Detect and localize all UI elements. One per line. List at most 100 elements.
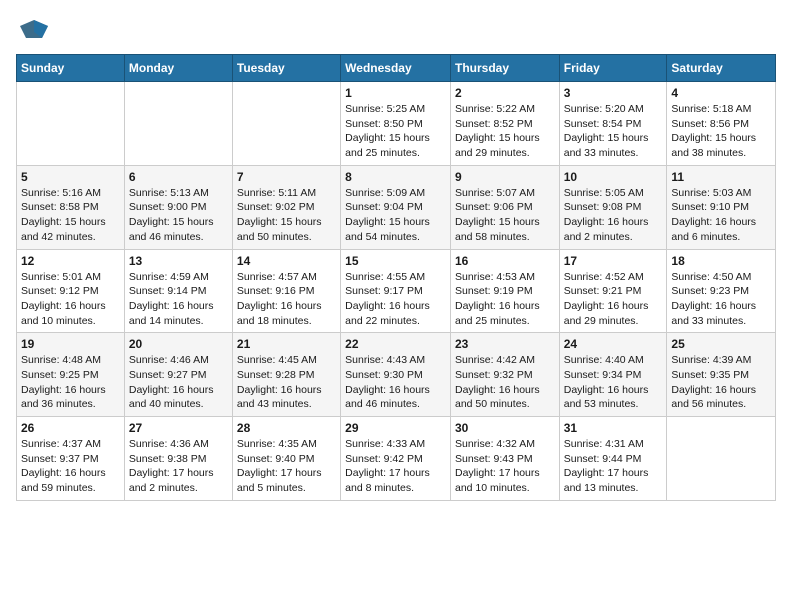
day-info: Sunrise: 4:31 AMSunset: 9:44 PMDaylight:…: [564, 437, 663, 496]
calendar-cell: 31 Sunrise: 4:31 AMSunset: 9:44 PMDayligh…: [559, 417, 667, 501]
day-number: 23: [455, 337, 555, 351]
calendar-cell: 3 Sunrise: 5:20 AMSunset: 8:54 PMDaylight…: [559, 82, 667, 166]
day-info: Sunrise: 4:48 AMSunset: 9:25 PMDaylight:…: [21, 353, 120, 412]
day-info: Sunrise: 4:53 AMSunset: 9:19 PMDaylight:…: [455, 270, 555, 329]
day-number: 27: [129, 421, 228, 435]
day-number: 16: [455, 254, 555, 268]
day-number: 2: [455, 86, 555, 100]
day-info: Sunrise: 5:13 AMSunset: 9:00 PMDaylight:…: [129, 186, 228, 245]
day-number: 30: [455, 421, 555, 435]
day-info: Sunrise: 5:09 AMSunset: 9:04 PMDaylight:…: [345, 186, 446, 245]
day-info: Sunrise: 5:22 AMSunset: 8:52 PMDaylight:…: [455, 102, 555, 161]
calendar-cell: 1 Sunrise: 5:25 AMSunset: 8:50 PMDaylight…: [341, 82, 451, 166]
calendar-week-row: 5 Sunrise: 5:16 AMSunset: 8:58 PMDaylight…: [17, 165, 776, 249]
day-header-sunday: Sunday: [17, 55, 125, 82]
day-number: 31: [564, 421, 663, 435]
day-header-monday: Monday: [124, 55, 232, 82]
calendar-cell: 29 Sunrise: 4:33 AMSunset: 9:42 PMDayligh…: [341, 417, 451, 501]
calendar-week-row: 1 Sunrise: 5:25 AMSunset: 8:50 PMDaylight…: [17, 82, 776, 166]
calendar-cell: 4Sunrise: 5:18 AMSunset: 8:56 PMDaylight…: [667, 82, 776, 166]
calendar-cell: 11 Sunrise: 5:03 AMSunset: 9:10 PMDayligh…: [667, 165, 776, 249]
calendar-cell: 2 Sunrise: 5:22 AMSunset: 8:52 PMDaylight…: [450, 82, 559, 166]
day-header-tuesday: Tuesday: [232, 55, 340, 82]
page-header: [16, 16, 776, 44]
day-number: 26: [21, 421, 120, 435]
calendar-cell: 13 Sunrise: 4:59 AMSunset: 9:14 PMDayligh…: [124, 249, 232, 333]
calendar-cell: 24 Sunrise: 4:40 AMSunset: 9:34 PMDayligh…: [559, 333, 667, 417]
calendar-cell: 10 Sunrise: 5:05 AMSunset: 9:08 PMDayligh…: [559, 165, 667, 249]
day-info: Sunrise: 4:50 AMSunset: 9:23 PMDaylight:…: [671, 270, 771, 329]
calendar-cell: 5 Sunrise: 5:16 AMSunset: 8:58 PMDaylight…: [17, 165, 125, 249]
calendar-cell: [667, 417, 776, 501]
day-info: Sunrise: 4:37 AMSunset: 9:37 PMDaylight:…: [21, 437, 120, 496]
calendar-cell: 16 Sunrise: 4:53 AMSunset: 9:19 PMDayligh…: [450, 249, 559, 333]
calendar-cell: 23 Sunrise: 4:42 AMSunset: 9:32 PMDayligh…: [450, 333, 559, 417]
calendar-cell: 14Sunrise: 4:57 AMSunset: 9:16 PMDayligh…: [232, 249, 340, 333]
day-info: Sunrise: 5:16 AMSunset: 8:58 PMDaylight:…: [21, 186, 120, 245]
calendar-cell: 22 Sunrise: 4:43 AMSunset: 9:30 PMDayligh…: [341, 333, 451, 417]
day-info: Sunrise: 5:07 AMSunset: 9:06 PMDaylight:…: [455, 186, 555, 245]
calendar-cell: [124, 82, 232, 166]
calendar-cell: 7Sunrise: 5:11 AMSunset: 9:02 PMDaylight…: [232, 165, 340, 249]
calendar-cell: 8Sunrise: 5:09 AMSunset: 9:04 PMDaylight…: [341, 165, 451, 249]
calendar-cell: 17Sunrise: 4:52 AMSunset: 9:21 PMDayligh…: [559, 249, 667, 333]
calendar-cell: 19 Sunrise: 4:48 AMSunset: 9:25 PMDayligh…: [17, 333, 125, 417]
day-info: Sunrise: 4:42 AMSunset: 9:32 PMDaylight:…: [455, 353, 555, 412]
day-number: 13: [129, 254, 228, 268]
calendar-cell: 20 Sunrise: 4:46 AMSunset: 9:27 PMDayligh…: [124, 333, 232, 417]
day-number: 12: [21, 254, 120, 268]
day-number: 20: [129, 337, 228, 351]
day-info: Sunrise: 4:32 AMSunset: 9:43 PMDaylight:…: [455, 437, 555, 496]
day-info: Sunrise: 4:35 AMSunset: 9:40 PMDaylight:…: [237, 437, 336, 496]
day-number: 21: [237, 337, 336, 351]
day-info: Sunrise: 5:03 AMSunset: 9:10 PMDaylight:…: [671, 186, 771, 245]
calendar-cell: 9Sunrise: 5:07 AMSunset: 9:06 PMDaylight…: [450, 165, 559, 249]
calendar-cell: 15 Sunrise: 4:55 AMSunset: 9:17 PMDayligh…: [341, 249, 451, 333]
day-number: 15: [345, 254, 446, 268]
day-number: 1: [345, 86, 446, 100]
day-number: 5: [21, 170, 120, 184]
day-header-friday: Friday: [559, 55, 667, 82]
calendar-week-row: 26 Sunrise: 4:37 AMSunset: 9:37 PMDayligh…: [17, 417, 776, 501]
day-number: 6: [129, 170, 228, 184]
calendar-table: SundayMondayTuesdayWednesdayThursdayFrid…: [16, 54, 776, 501]
day-info: Sunrise: 4:36 AMSunset: 9:38 PMDaylight:…: [129, 437, 228, 496]
calendar-cell: [17, 82, 125, 166]
day-info: Sunrise: 4:55 AMSunset: 9:17 PMDaylight:…: [345, 270, 446, 329]
day-number: 24: [564, 337, 663, 351]
calendar-cell: 28 Sunrise: 4:35 AMSunset: 9:40 PMDayligh…: [232, 417, 340, 501]
day-number: 17: [564, 254, 663, 268]
calendar-cell: 25Sunrise: 4:39 AMSunset: 9:35 PMDayligh…: [667, 333, 776, 417]
calendar-cell: [232, 82, 340, 166]
calendar-cell: 26 Sunrise: 4:37 AMSunset: 9:37 PMDayligh…: [17, 417, 125, 501]
logo: [16, 16, 48, 44]
day-number: 14: [237, 254, 336, 268]
calendar-cell: 30 Sunrise: 4:32 AMSunset: 9:43 PMDayligh…: [450, 417, 559, 501]
day-number: 19: [21, 337, 120, 351]
day-number: 29: [345, 421, 446, 435]
day-info: Sunrise: 4:33 AMSunset: 9:42 PMDaylight:…: [345, 437, 446, 496]
calendar-cell: 6 Sunrise: 5:13 AMSunset: 9:00 PMDaylight…: [124, 165, 232, 249]
day-info: Sunrise: 4:39 AMSunset: 9:35 PMDaylight:…: [671, 353, 771, 412]
calendar-header-row: SundayMondayTuesdayWednesdayThursdayFrid…: [17, 55, 776, 82]
calendar-week-row: 12 Sunrise: 5:01 AMSunset: 9:12 PMDayligh…: [17, 249, 776, 333]
day-info: Sunrise: 4:40 AMSunset: 9:34 PMDaylight:…: [564, 353, 663, 412]
day-number: 11: [671, 170, 771, 184]
day-info: Sunrise: 5:11 AMSunset: 9:02 PMDaylight:…: [237, 186, 336, 245]
day-info: Sunrise: 5:25 AMSunset: 8:50 PMDaylight:…: [345, 102, 446, 161]
calendar-cell: 18 Sunrise: 4:50 AMSunset: 9:23 PMDayligh…: [667, 249, 776, 333]
day-number: 3: [564, 86, 663, 100]
day-info: Sunrise: 4:59 AMSunset: 9:14 PMDaylight:…: [129, 270, 228, 329]
day-number: 10: [564, 170, 663, 184]
day-info: Sunrise: 4:43 AMSunset: 9:30 PMDaylight:…: [345, 353, 446, 412]
day-info: Sunrise: 5:05 AMSunset: 9:08 PMDaylight:…: [564, 186, 663, 245]
day-number: 18: [671, 254, 771, 268]
calendar-cell: 27 Sunrise: 4:36 AMSunset: 9:38 PMDayligh…: [124, 417, 232, 501]
calendar-cell: 12 Sunrise: 5:01 AMSunset: 9:12 PMDayligh…: [17, 249, 125, 333]
day-info: Sunrise: 4:46 AMSunset: 9:27 PMDaylight:…: [129, 353, 228, 412]
day-info: Sunrise: 5:20 AMSunset: 8:54 PMDaylight:…: [564, 102, 663, 161]
calendar-cell: 21Sunrise: 4:45 AMSunset: 9:28 PMDayligh…: [232, 333, 340, 417]
day-info: Sunrise: 5:01 AMSunset: 9:12 PMDaylight:…: [21, 270, 120, 329]
day-number: 22: [345, 337, 446, 351]
day-number: 28: [237, 421, 336, 435]
